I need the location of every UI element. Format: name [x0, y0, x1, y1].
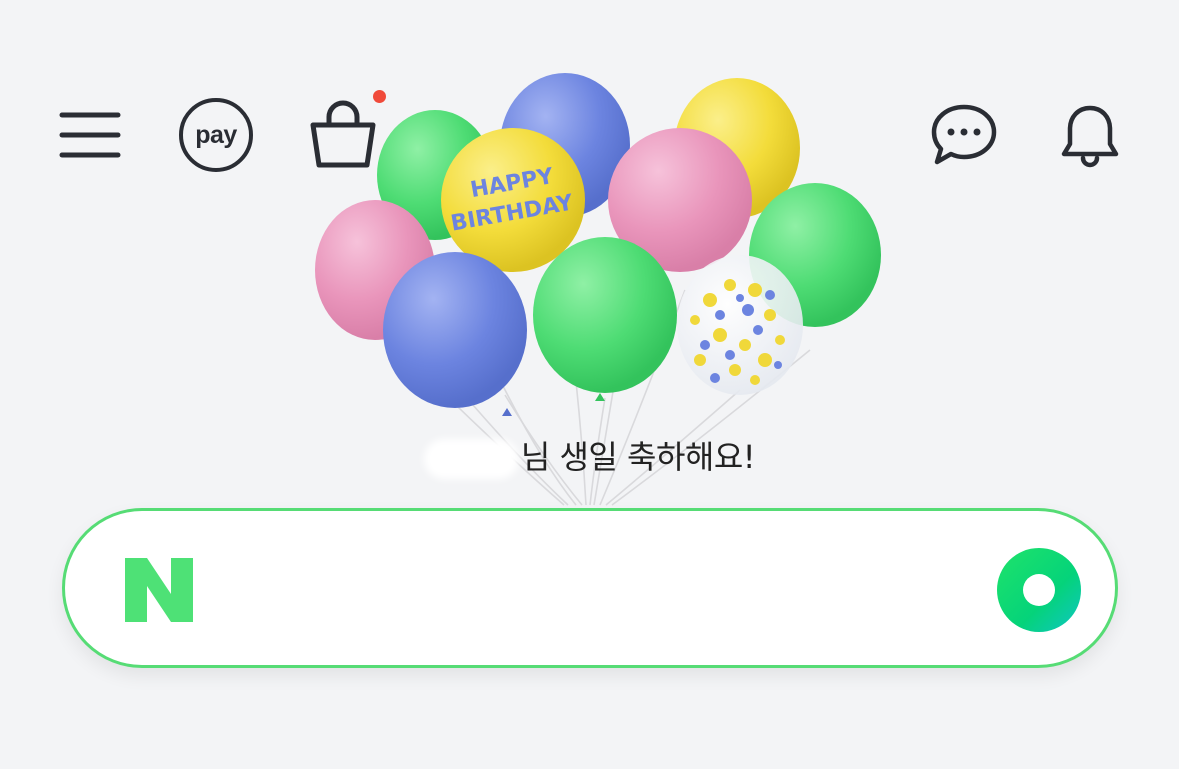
pay-icon: pay — [179, 98, 253, 172]
talk-button[interactable] — [924, 95, 1004, 175]
notification-button[interactable] — [1050, 95, 1130, 175]
search-input[interactable] — [225, 546, 989, 632]
search-bar[interactable] — [62, 508, 1118, 668]
bell-icon — [1061, 105, 1119, 168]
greendot-icon — [1023, 574, 1055, 606]
pay-label: pay — [195, 120, 237, 149]
blurred-user-name — [423, 439, 519, 479]
birthday-message: 님 생일 축하해요! — [520, 438, 756, 476]
chat-bubble-icon — [931, 104, 997, 165]
pay-button[interactable]: pay — [170, 95, 262, 175]
greendot-button[interactable] — [997, 548, 1081, 632]
happy-birthday-balloon: HAPPY BIRTHDAY — [441, 128, 585, 272]
hamburger-menu-icon — [59, 112, 121, 158]
menu-button[interactable] — [50, 95, 130, 175]
birthday-greeting: 님 생일 축하해요! — [0, 432, 1179, 479]
confetti-balloon — [677, 255, 803, 395]
naver-logo-icon[interactable] — [123, 556, 195, 624]
